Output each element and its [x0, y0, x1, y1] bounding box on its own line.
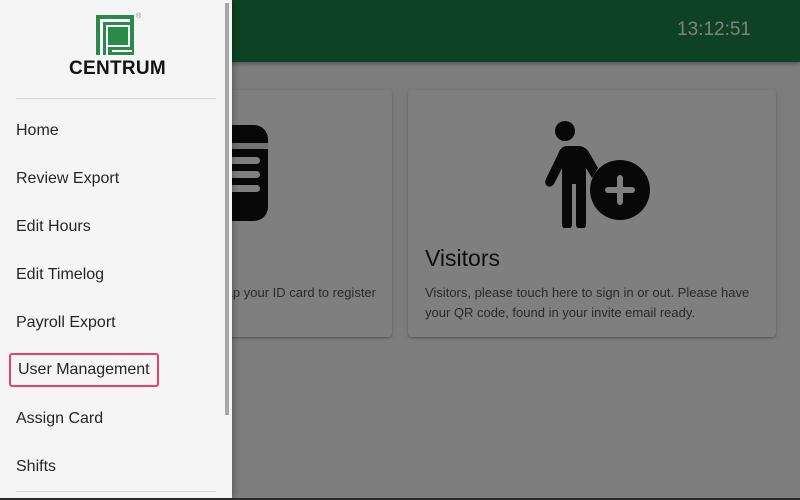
drawer-scrollbar[interactable] [225, 3, 229, 415]
nav-item-shifts[interactable]: Shifts [16, 450, 56, 484]
navigation-drawer: ® CENTRUM Home Review Export Edit Hours … [0, 0, 232, 498]
nav-item-edit-timelog[interactable]: Edit Timelog [16, 258, 104, 292]
registered-mark: ® [136, 13, 142, 20]
divider [16, 98, 216, 99]
nav-item-assign-card[interactable]: Assign Card [16, 402, 103, 436]
nav-item-payroll-export[interactable]: Payroll Export [16, 306, 116, 340]
logo-text: CENTRUM [68, 58, 167, 79]
nav-item-user-management[interactable]: User Management [9, 353, 159, 387]
nav-item-home[interactable]: Home [16, 114, 59, 148]
nav-item-edit-hours[interactable]: Edit Hours [16, 210, 91, 244]
divider [16, 491, 216, 492]
centrum-logo: ® CENTRUM [60, 13, 175, 79]
nav-item-review-export[interactable]: Review Export [16, 162, 119, 196]
logo-mark-icon [96, 15, 134, 55]
